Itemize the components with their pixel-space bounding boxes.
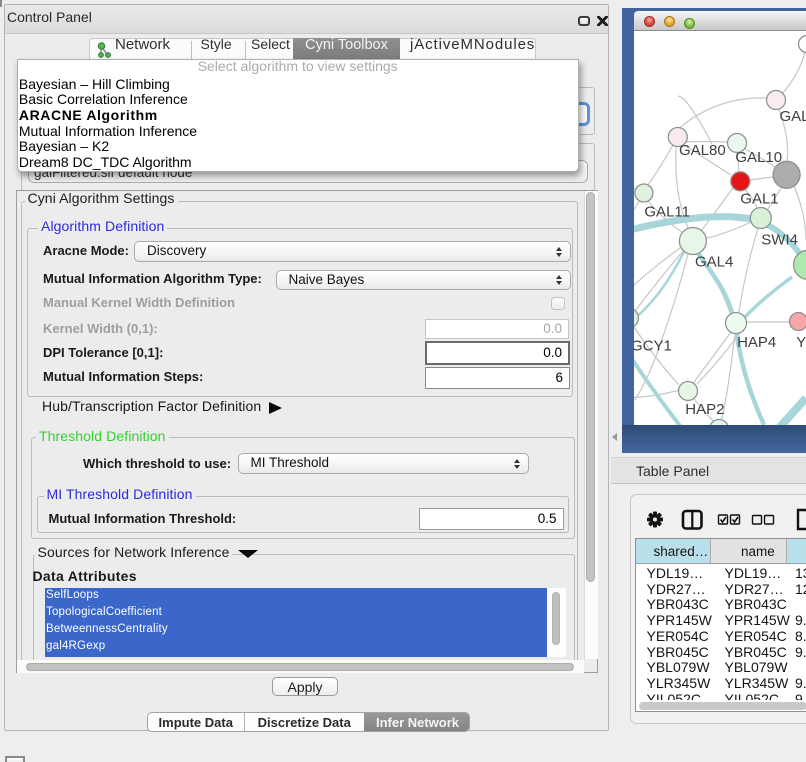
svg-text:GAL7: GAL7	[780, 108, 806, 125]
svg-text:HAP4: HAP4	[737, 334, 776, 351]
svg-text:SWI4: SWI4	[761, 232, 798, 249]
svg-text:YM: YM	[796, 334, 806, 351]
svg-text:GAL80: GAL80	[679, 142, 726, 159]
svg-text:GAL11: GAL11	[644, 204, 690, 221]
svg-text:GAL10: GAL10	[735, 149, 782, 166]
svg-text:HAP2: HAP2	[685, 401, 724, 418]
svg-text:GAL4: GAL4	[695, 254, 733, 271]
svg-text:GCY1: GCY1	[634, 338, 672, 355]
svg-text:GAL1: GAL1	[740, 191, 778, 208]
